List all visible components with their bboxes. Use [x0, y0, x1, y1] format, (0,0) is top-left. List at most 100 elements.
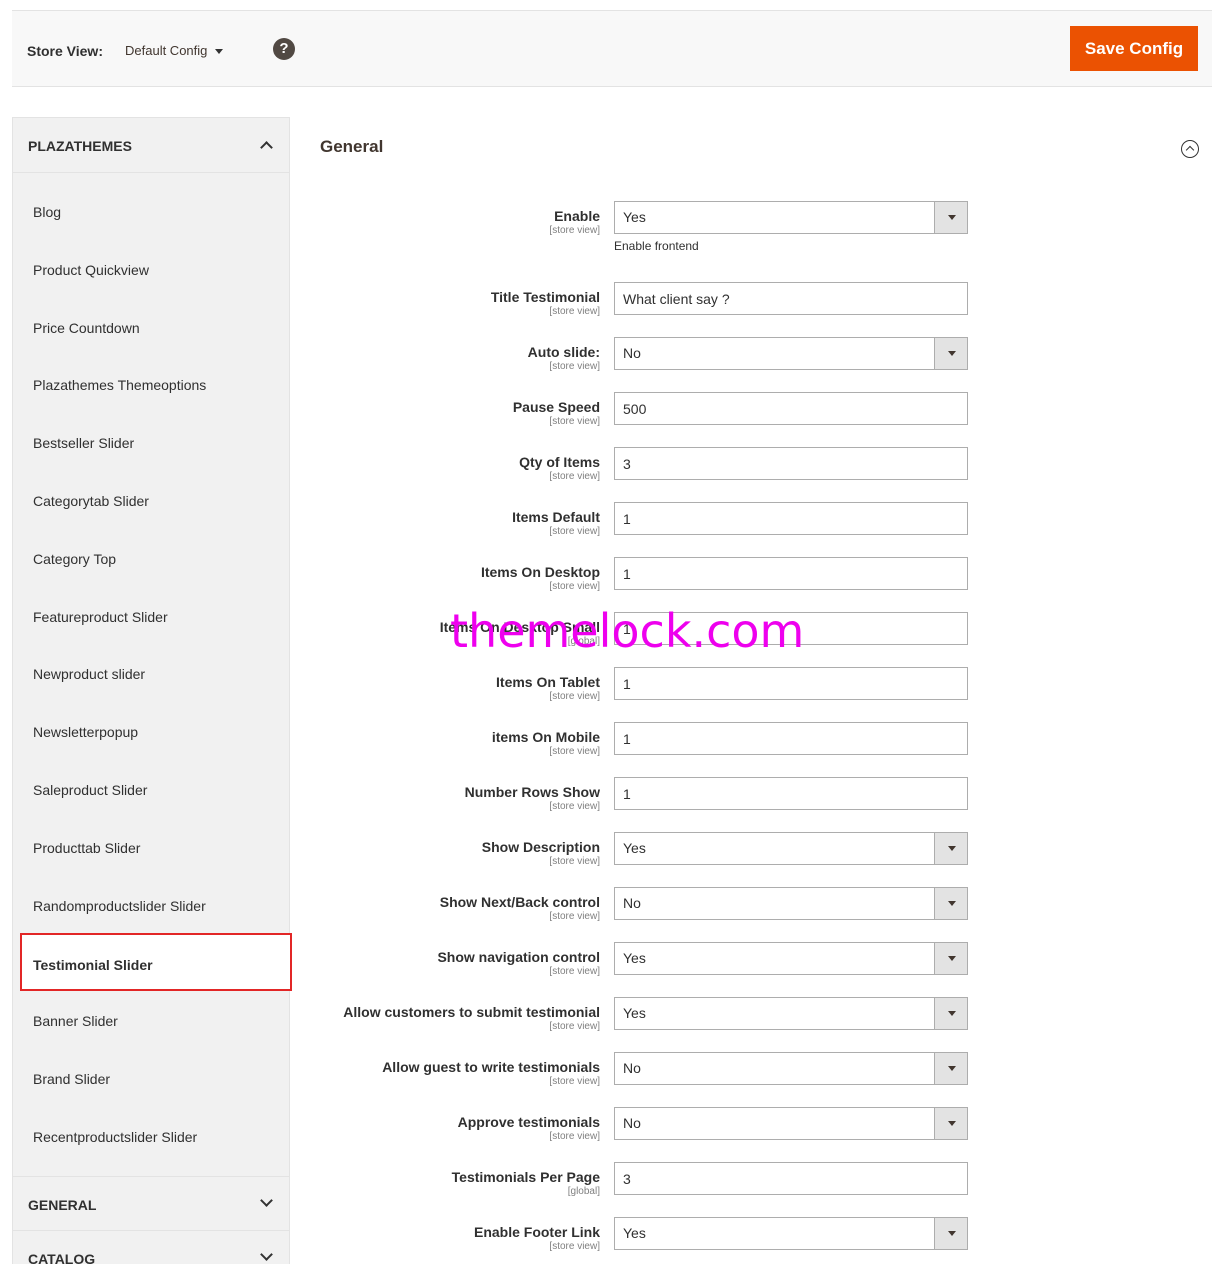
field-scope: [store view]	[549, 471, 600, 482]
field-row-items-on-desktop: Items On Desktop [store view]	[320, 557, 980, 607]
sidebar-item-label: Newproduct slider	[33, 666, 146, 683]
sidebar-item-label: Price Countdown	[33, 319, 140, 336]
enable-footer-link-select[interactable]: Yes	[614, 1217, 968, 1250]
sidebar-item-label: Product Quickview	[33, 261, 149, 278]
allow-guest-to-write-testimonials-select[interactable]: No	[614, 1052, 968, 1085]
sidebar-item-newproduct-slider[interactable]: Newproduct slider	[13, 644, 289, 702]
sidebar-item-newsletterpopup[interactable]: Newsletterpopup	[13, 702, 289, 760]
chevron-down-icon	[260, 1194, 273, 1207]
sidebar-item-randomproductslider-slider[interactable]: Randomproductslider Slider	[13, 876, 289, 934]
qty-of-items-input[interactable]	[614, 447, 968, 480]
field-row-pause-speed: Pause Speed [store view]	[320, 392, 980, 442]
select-value: Yes	[623, 209, 646, 225]
store-view-switcher[interactable]: Default Config	[125, 43, 224, 58]
sidebar-item-category-top[interactable]: Category Top	[13, 529, 289, 587]
enable-select[interactable]: Yes	[614, 201, 968, 234]
field-scope: [store view]	[549, 1021, 600, 1032]
sidebar-item-label: Featureproduct Slider	[33, 608, 168, 625]
sidebar-item-product-quickview[interactable]: Product Quickview	[13, 240, 289, 298]
field-label: Enable	[554, 208, 600, 224]
field-label: Title Testimonial	[490, 289, 600, 305]
sidebar-item-testimonial-slider[interactable]: Testimonial Slider	[20, 933, 292, 992]
field-scope: [store view]	[549, 225, 600, 236]
field-label: Qty of Items	[519, 454, 600, 470]
show-description-select[interactable]: Yes	[614, 832, 968, 865]
dropdown-arrow-icon	[934, 1218, 967, 1249]
approve-testimonials-select[interactable]: No	[614, 1107, 968, 1140]
select-value: Yes	[623, 950, 646, 966]
field-label: Show navigation control	[437, 949, 600, 965]
sidebar-item-label: Randomproductslider Slider	[33, 897, 206, 914]
items-on-mobile-input[interactable]	[614, 722, 968, 755]
show-navigation-control-select[interactable]: Yes	[614, 942, 968, 975]
sidebar-item-bestseller-slider[interactable]: Bestseller Slider	[13, 413, 289, 471]
field-row-items-default: Items Default [store view]	[320, 502, 980, 552]
field-scope: [store view]	[549, 1241, 600, 1252]
sidebar-section-general[interactable]: GENERAL	[13, 1176, 289, 1230]
field-scope: [store view]	[549, 416, 600, 427]
pause-speed-input[interactable]	[614, 392, 968, 425]
dropdown-arrow-icon	[934, 1108, 967, 1139]
field-scope: [store view]	[549, 306, 600, 317]
items-on-tablet-input[interactable]	[614, 667, 968, 700]
allow-customers-to-submit-testimonial-select[interactable]: Yes	[614, 997, 968, 1030]
store-view-bar: Store View: Default Config ? Save Config	[12, 10, 1212, 87]
testimonials-per-page-input[interactable]	[614, 1162, 968, 1195]
field-row-approve-testimonials: Approve testimonials [store view] No	[320, 1107, 980, 1157]
sidebar-item-saleproduct-slider[interactable]: Saleproduct Slider	[13, 760, 289, 818]
field-scope: [store view]	[549, 1131, 600, 1142]
field-scope: [store view]	[549, 801, 600, 812]
sidebar-item-label: Brand Slider	[33, 1070, 111, 1087]
items-on-desktop-input[interactable]	[614, 557, 968, 590]
help-icon[interactable]: ?	[273, 38, 295, 60]
sidebar-item-plazathemes-themeoptions[interactable]: Plazathemes Themeoptions	[13, 355, 289, 413]
sidebar-section-plazathemes[interactable]: PLAZATHEMES	[13, 118, 289, 173]
sidebar-item-categorytab-slider[interactable]: Categorytab Slider	[13, 471, 289, 529]
section-title[interactable]: General	[320, 137, 383, 157]
sidebar-section-catalog[interactable]: CATALOG	[13, 1230, 289, 1264]
dropdown-arrow-icon	[934, 202, 967, 233]
title-testimonial-input[interactable]	[614, 282, 968, 315]
sidebar-item-blog[interactable]: Blog	[13, 182, 289, 240]
save-config-button[interactable]: Save Config	[1070, 26, 1198, 71]
show-next-back-control-select[interactable]: No	[614, 887, 968, 920]
field-label: Testimonials Per Page	[451, 1169, 600, 1185]
dropdown-arrow-icon	[934, 998, 967, 1029]
sidebar-item-producttab-slider[interactable]: Producttab Slider	[13, 818, 289, 876]
field-label: Allow customers to submit testimonial	[343, 1004, 600, 1020]
sidebar-section-title: PLAZATHEMES	[28, 138, 132, 154]
select-value: Yes	[623, 1225, 646, 1241]
field-label: Pause Speed	[512, 399, 600, 415]
field-label: Auto slide:	[527, 344, 600, 360]
select-value: No	[623, 1060, 641, 1076]
field-scope: [store view]	[549, 1076, 600, 1087]
field-row-number-rows-show: Number Rows Show [store view]	[320, 777, 980, 827]
auto-slide-select[interactable]: No	[614, 337, 968, 370]
collapse-section-icon[interactable]	[1181, 140, 1199, 158]
sidebar-item-label: Blog	[33, 204, 62, 220]
sidebar-item-price-countdown[interactable]: Price Countdown	[13, 298, 289, 356]
dropdown-arrow-icon	[934, 888, 967, 919]
field-row-title-testimonial: Title Testimonial [store view]	[320, 282, 980, 332]
sidebar-item-list: Blog Product Quickview Price Countdown Plaz…	[13, 173, 292, 1165]
sidebar-item-label: Banner Slider	[33, 1013, 118, 1030]
store-view-label: Store View:	[27, 43, 103, 59]
sidebar-item-banner-slider[interactable]: Banner Slider	[13, 991, 289, 1049]
sidebar-section-title: CATALOG	[28, 1251, 96, 1264]
field-row-auto-slide: Auto slide: [store view] No	[320, 337, 980, 387]
field-label: Enable Footer Link	[473, 1224, 600, 1240]
field-scope: [store view]	[549, 746, 600, 757]
items-default-input[interactable]	[614, 502, 968, 535]
sidebar-item-brand-slider[interactable]: Brand Slider	[13, 1049, 289, 1107]
field-scope: [store view]	[549, 911, 600, 922]
sidebar-item-label: Saleproduct Slider	[33, 781, 148, 798]
select-value: Yes	[623, 840, 646, 856]
field-label: Show Next/Back control	[439, 894, 600, 910]
sidebar-item-featureproduct-slider[interactable]: Featureproduct Slider	[13, 587, 289, 645]
field-row-show-next-back-control: Show Next/Back control [store view] No	[320, 887, 980, 937]
sidebar-item-label: Bestseller Slider	[33, 435, 135, 452]
store-view-value: Default Config	[125, 43, 208, 58]
field-scope: [global]	[567, 1186, 600, 1197]
sidebar-item-recentproductslider-slider[interactable]: Recentproductslider Slider	[13, 1107, 289, 1165]
number-rows-show-input[interactable]	[614, 777, 968, 810]
